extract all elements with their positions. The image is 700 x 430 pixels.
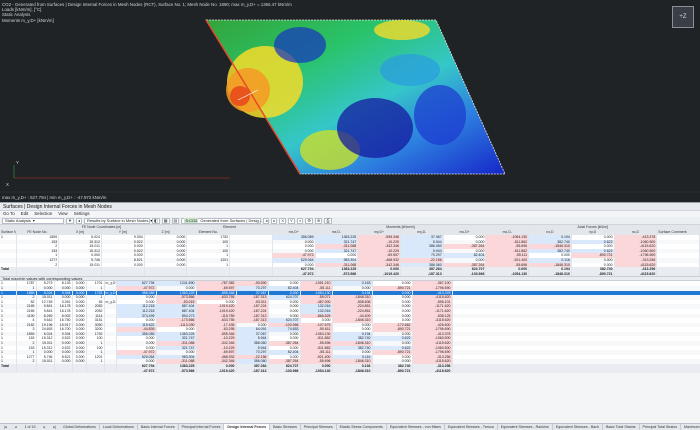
table-cell[interactable]: -1019.420 <box>196 368 237 374</box>
table-cell[interactable] <box>16 368 37 374</box>
menu-settings[interactable]: Settings <box>74 211 90 217</box>
table-cell[interactable] <box>104 368 117 374</box>
settings-icon[interactable]: ⚙ <box>305 217 313 224</box>
page-prev-icon[interactable]: ◂ <box>11 425 21 429</box>
results-panel: Surfaces | Design Internal Forces in Mes… <box>0 202 700 430</box>
tab-principal-total-strains[interactable]: Principal Total Strains <box>640 424 682 430</box>
tab-design-internal-forces[interactable]: Design Internal Forces <box>224 424 271 430</box>
total-row[interactable]: -47.972 -573.566 -1019.420 -187.313 -103.966… <box>0 368 700 374</box>
table-cell[interactable] <box>54 368 73 374</box>
tab-equivalent-stresses-tresca[interactable]: Equivalent Stresses - Tresca <box>445 424 498 430</box>
table-cell[interactable]: -890.721 <box>372 368 413 374</box>
tab-basic-internal-forces[interactable]: Basic Internal Forces <box>138 424 179 430</box>
next-case-button[interactable]: ▸ <box>271 217 278 224</box>
axis-label-x: X <box>6 182 9 187</box>
filter-button[interactable]: ▼ <box>66 217 74 224</box>
search-icon[interactable]: ⌕ <box>297 217 304 224</box>
view-icon[interactable]: ◧ <box>151 217 160 224</box>
result-tabs: |◂ ◂ 1 of 19 ▸ ▸| Global Deformations Loc… <box>0 423 700 430</box>
load-case-badge: S:CO2 <box>184 218 199 223</box>
table-icon[interactable]: ▦ <box>161 217 170 224</box>
menu-edit[interactable]: Edit <box>21 211 29 217</box>
panel-toolbar: Static Analysis ▾ ▼ ◂ Results by Surface … <box>0 217 700 225</box>
surface-contour-plot[interactable] <box>0 0 700 202</box>
tab-equivalent-stresses-bach[interactable]: Equivalent Stresses - Bach <box>553 424 604 430</box>
analysis-select[interactable]: Static Analysis ▾ <box>2 217 64 224</box>
menu-selection[interactable]: Selection <box>34 211 52 217</box>
table-cell[interactable] <box>72 368 87 374</box>
table-cell[interactable]: m_y,D+ <box>104 290 117 296</box>
tab-basic-stresses[interactable]: Basic Stresses <box>270 424 301 430</box>
table-cell[interactable] <box>36 368 55 374</box>
table-cell[interactable]: -47.972 <box>116 368 157 374</box>
view-cube[interactable]: +Z <box>672 6 694 28</box>
tab-basic-total-strains[interactable]: Basic Total Strains <box>603 424 640 430</box>
tab-principal-internal-forces[interactable]: Principal Internal Forces <box>179 424 225 430</box>
table-cell[interactable]: -1846.310 <box>332 368 373 374</box>
panel-title: Surfaces | Design Internal Forces in Mes… <box>0 203 700 211</box>
menu-goto[interactable]: Go To <box>3 211 15 217</box>
load-case-select[interactable]: S:CO2Generated from Surfaces | Desig...▾ <box>181 217 266 224</box>
tab-maximum-total-strains[interactable]: Maximum Total Strains <box>681 424 700 430</box>
table-cell[interactable]: -573.566 <box>156 368 197 374</box>
tab-global-deformations[interactable]: Global Deformations <box>60 424 100 430</box>
tab-principal-stresses[interactable]: Principal Stresses <box>301 424 337 430</box>
page-last-icon[interactable]: ▸| <box>49 425 60 429</box>
chevron-down-icon: ▾ <box>32 218 35 223</box>
table-cell[interactable] <box>0 368 17 374</box>
tab-elastic-stress-components[interactable]: Elastic Stress Components <box>337 424 387 430</box>
table-cell[interactable] <box>86 368 105 374</box>
results-select[interactable]: Results by Surface in Mesh Nodes▾ <box>83 217 152 224</box>
3d-viewport[interactable]: CO2 - Generated from Surfaces | Design I… <box>0 0 700 202</box>
view-cube-label: +Z <box>679 14 687 20</box>
chart-icon[interactable]: ▤ <box>171 217 180 224</box>
tab-equivalent-stresses-rankine[interactable]: Equivalent Stresses - Rankine <box>498 424 553 430</box>
pager-text: 1 of 19 <box>24 425 36 429</box>
table-cell[interactable]: m_y,D+ <box>104 281 117 286</box>
previous-button[interactable]: ◂ <box>75 217 82 224</box>
excel-export-icon[interactable]: X <box>279 217 287 224</box>
table-cell[interactable]: -187.313 <box>236 368 269 374</box>
tab-local-deformations[interactable]: Local Deformations <box>100 424 138 430</box>
table-cell[interactable]: m_y,D- <box>104 299 117 305</box>
viewport-info: CO2 - Generated from Surfaces | Design I… <box>2 2 292 23</box>
tab-equivalent-stresses-von-mises[interactable]: Equivalent Stresses - von Mises <box>387 424 445 430</box>
table-cell[interactable]: -103.966 <box>268 368 301 374</box>
page-first-icon[interactable]: |◂ <box>0 425 11 429</box>
viewport-status-line: max m_y,D+ : 627.794 | min m_y,D+ : -47.… <box>2 195 107 200</box>
table-cell[interactable]: -4115.620 <box>412 368 453 374</box>
prev-case-button[interactable]: ◂ <box>263 217 270 224</box>
results-table-top: FE Node Coordinates [m] Element Moments … <box>0 225 700 277</box>
zoom-icon[interactable]: ⊕ <box>314 217 323 224</box>
print-icon[interactable]: ⎙ <box>324 217 332 224</box>
table-cell[interactable]: -1054.130 <box>300 368 333 374</box>
axis-label-y: Y <box>16 160 19 165</box>
surface-comment-cell[interactable] <box>452 368 700 374</box>
filter-icon[interactable]: ϒ <box>288 217 296 224</box>
results-table-bottom: 117875.2738.1330.0001701m_y,D+627.794124… <box>0 281 700 374</box>
menu-view[interactable]: View <box>58 211 67 217</box>
page-next-icon[interactable]: ▸ <box>40 425 50 429</box>
